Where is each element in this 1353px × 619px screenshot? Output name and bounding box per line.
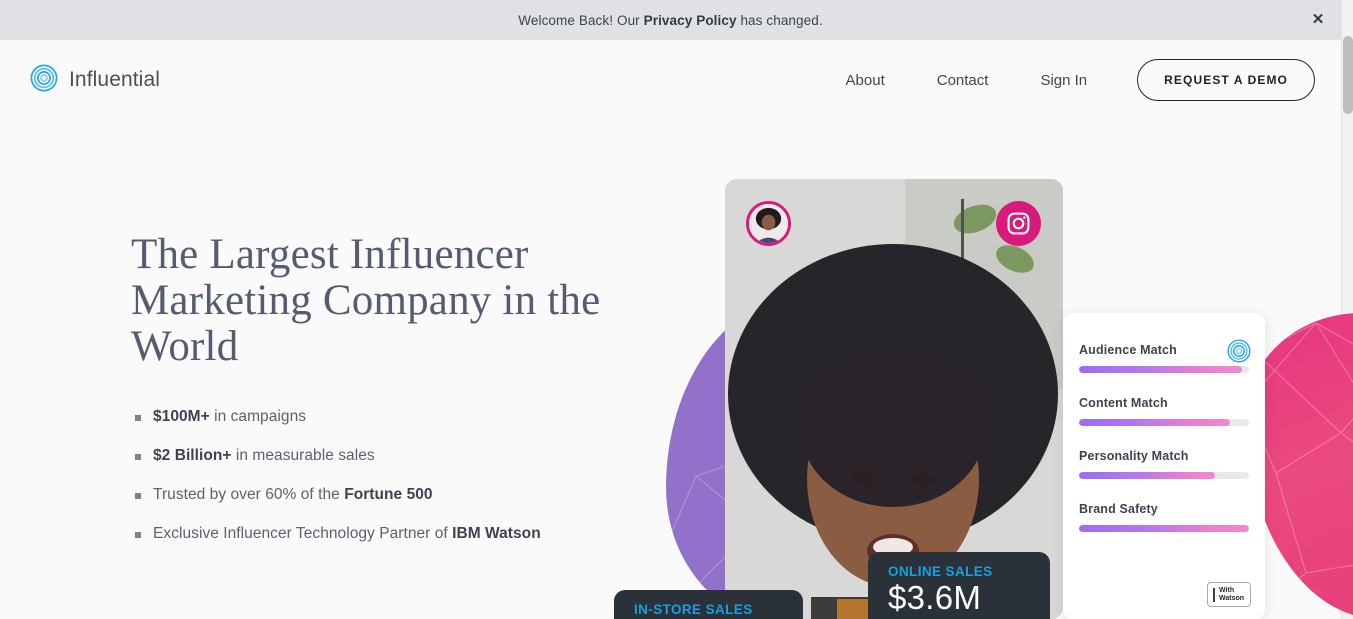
metric-bar-brand-safety — [1079, 525, 1249, 532]
privacy-banner-text: Welcome Back! Our Privacy Policy has cha… — [518, 13, 822, 28]
brand-name: Influential — [69, 68, 160, 91]
stat-label: ONLINE SALES — [888, 564, 993, 579]
nav-link-sign-in[interactable]: Sign In — [1014, 72, 1113, 89]
main-nav: About Contact Sign In REQUEST A DEMO — [820, 59, 1315, 101]
bullet-text: in measurable sales — [231, 447, 375, 464]
avatar-icon — [749, 204, 788, 243]
stat-card-in-store-sales: IN-STORE SALES — [614, 590, 803, 619]
hero-bullet-list: $100M+ in campaigns $2 Billion+ in measu… — [131, 408, 631, 543]
metric-bar-audience-match — [1079, 366, 1249, 373]
avatar[interactable] — [746, 201, 791, 246]
list-item: Exclusive Influencer Technology Partner … — [131, 525, 631, 543]
bullet-text: Trusted by over 60% of the — [153, 486, 345, 503]
metric-label-personality-match: Personality Match — [1079, 449, 1189, 463]
bullet-emphasis: $100M+ — [153, 408, 210, 425]
metric-bar-fill — [1079, 419, 1231, 426]
metric-bar-fill — [1079, 472, 1215, 479]
list-item: $2 Billion+ in measurable sales — [131, 447, 631, 465]
watson-line-2: Watson — [1219, 594, 1245, 602]
bullet-emphasis: $2 Billion+ — [153, 447, 232, 464]
privacy-policy-link[interactable]: Privacy Policy — [644, 13, 737, 28]
bullet-text: Exclusive Influencer Technology Partner … — [153, 525, 453, 542]
close-icon[interactable]: ✕ — [1309, 11, 1327, 29]
bullet-text: in campaigns — [209, 408, 307, 425]
with-watson-badge[interactable]: With Watson — [1207, 582, 1251, 607]
metric-bar-personality-match — [1079, 472, 1249, 479]
banner-text-before: Welcome Back! Our — [518, 12, 644, 28]
nav-link-contact[interactable]: Contact — [911, 72, 1015, 89]
nav-link-about[interactable]: About — [820, 72, 911, 89]
list-item: Trusted by over 60% of the Fortune 500 — [131, 486, 631, 504]
stat-label: IN-STORE SALES — [634, 602, 753, 617]
metric-bar-fill — [1079, 525, 1249, 532]
brand-logo[interactable]: Influential — [30, 64, 160, 97]
concentric-circles-logo-icon — [30, 64, 58, 97]
page-title: The Largest Influencer Marketing Company… — [131, 231, 601, 370]
hero-copy: The Largest Influencer Marketing Company… — [131, 232, 631, 564]
concentric-circles-logo-icon — [1227, 339, 1251, 368]
metric-label-content-match: Content Match — [1079, 396, 1168, 410]
request-demo-button[interactable]: REQUEST A DEMO — [1137, 59, 1315, 101]
instagram-icon[interactable] — [996, 201, 1041, 246]
scrollbar-thumb[interactable] — [1343, 36, 1353, 114]
banner-text-after: has changed. — [736, 12, 823, 28]
stat-value: $3.6M — [888, 579, 982, 616]
metric-label-brand-safety: Brand Safety — [1079, 502, 1158, 516]
bullet-emphasis: IBM Watson — [452, 525, 541, 542]
watson-line-1: With — [1219, 586, 1235, 594]
metric-bar-content-match — [1079, 419, 1249, 426]
match-score-card: Audience Match Content Match Personality… — [1063, 313, 1265, 619]
privacy-banner: Welcome Back! Our Privacy Policy has cha… — [0, 0, 1341, 40]
metric-label-audience-match: Audience Match — [1079, 343, 1177, 357]
stat-card-online-sales: ONLINE SALES $3.6M — [868, 552, 1050, 619]
bullet-emphasis: Fortune 500 — [344, 486, 433, 503]
metric-bar-fill — [1079, 366, 1243, 373]
site-header: Influential About Contact Sign In REQUES… — [0, 40, 1341, 120]
list-item: $100M+ in campaigns — [131, 408, 631, 426]
watson-bar-icon — [1213, 587, 1215, 602]
